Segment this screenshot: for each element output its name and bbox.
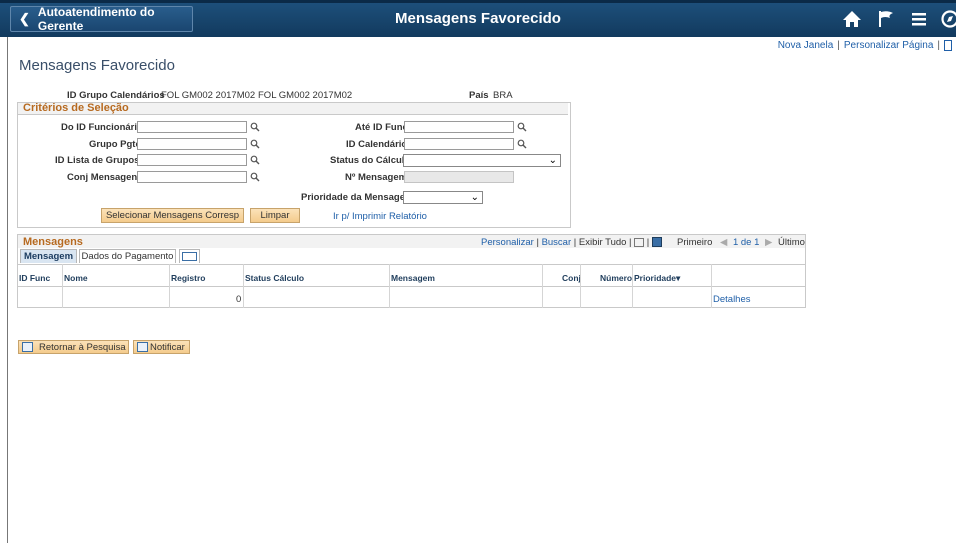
column-divider bbox=[711, 264, 712, 308]
calendar-id-label: ID Calendário bbox=[346, 139, 408, 150]
chevron-down-icon: ⌄ bbox=[548, 155, 557, 166]
return-to-search-label: Retornar à Pesquisa bbox=[39, 342, 126, 353]
last-link[interactable]: Último bbox=[778, 237, 805, 248]
col-header-id-func[interactable]: ID Func bbox=[19, 273, 50, 283]
search-link[interactable]: Buscar bbox=[542, 237, 572, 248]
lookup-icon[interactable] bbox=[517, 139, 527, 149]
clear-button[interactable]: Limpar bbox=[250, 208, 300, 223]
chevron-down-icon: ⌄ bbox=[470, 192, 479, 203]
return-search-icon bbox=[22, 342, 33, 352]
page-title: Mensagens Favorecido bbox=[19, 57, 175, 74]
show-all-columns-icon[interactable] bbox=[179, 249, 200, 263]
next-icon[interactable]: ▶ bbox=[765, 237, 772, 248]
selection-criteria-title: Critérios de Seleção bbox=[18, 103, 568, 115]
column-divider bbox=[580, 264, 581, 308]
zoom-grid-icon[interactable] bbox=[634, 237, 645, 247]
column-divider bbox=[542, 264, 543, 308]
frame-border bbox=[7, 37, 8, 543]
col-header-priority[interactable]: Prioridade▾ bbox=[634, 273, 680, 284]
pay-group-input[interactable] bbox=[137, 138, 247, 150]
navbar-compass-icon[interactable] bbox=[940, 9, 956, 29]
calc-status-label: Status do Cálculo bbox=[330, 155, 411, 166]
download-excel-icon[interactable] bbox=[651, 237, 662, 248]
message-set-label: Conj Mensagens bbox=[67, 172, 143, 183]
column-divider bbox=[243, 264, 244, 308]
help-link-icon[interactable] bbox=[944, 40, 952, 51]
previous-icon[interactable]: ◀ bbox=[720, 237, 727, 248]
sort-descending-icon: ▾ bbox=[676, 273, 681, 283]
message-number-label: Nº Mensagem bbox=[345, 172, 408, 183]
col-header-registration[interactable]: Registro bbox=[171, 273, 205, 283]
col-header-message[interactable]: Mensagem bbox=[391, 273, 435, 283]
lookup-icon[interactable] bbox=[250, 172, 260, 182]
col-header-name[interactable]: Nome bbox=[64, 273, 88, 283]
grid-toolbar: Personalizar | Buscar | Exibir Tudo | | bbox=[481, 237, 662, 248]
select-messages-button[interactable]: Selecionar Mensagens Corresp bbox=[101, 208, 244, 223]
column-divider bbox=[389, 264, 390, 308]
new-window-link[interactable]: Nova Janela bbox=[778, 40, 834, 51]
col-header-set[interactable]: Conj bbox=[562, 273, 581, 283]
col-header-priority-label: Prioridade bbox=[634, 273, 677, 283]
calendar-group-label: ID Grupo Calendários bbox=[67, 90, 165, 101]
banner-title: Mensagens Favorecido bbox=[395, 10, 561, 27]
range-text: 1 de 1 bbox=[732, 237, 760, 248]
calendar-id-input[interactable] bbox=[404, 138, 514, 150]
message-set-input[interactable] bbox=[137, 171, 247, 183]
column-divider bbox=[632, 264, 633, 308]
calendar-group-code: FOL GM002 2017M02 bbox=[161, 90, 256, 101]
calendar-group-description: FOL GM002 2017M02 bbox=[258, 90, 353, 101]
print-report-link[interactable]: Ir p/ Imprimir Relatório bbox=[333, 211, 427, 222]
personalize-page-link[interactable]: Personalizar Página bbox=[844, 40, 934, 51]
to-employee-input[interactable] bbox=[404, 121, 514, 133]
lookup-icon[interactable] bbox=[250, 122, 260, 132]
first-link[interactable]: Primeiro bbox=[677, 237, 712, 248]
lookup-icon[interactable] bbox=[517, 122, 527, 132]
notify-icon bbox=[137, 342, 148, 352]
message-number-input bbox=[404, 171, 514, 183]
col-header-number[interactable]: Número bbox=[600, 273, 632, 283]
tab-payment-data[interactable]: Dados do Pagamento bbox=[79, 249, 176, 263]
personalize-link[interactable]: Personalizar bbox=[481, 237, 534, 248]
registration-cell: 0 bbox=[236, 294, 242, 305]
column-divider bbox=[169, 264, 170, 308]
view-all-link[interactable]: Exibir Tudo bbox=[579, 237, 627, 248]
page-links: Nova Janela | Personalizar Página | bbox=[778, 40, 952, 51]
to-employee-label: Até ID Func bbox=[355, 122, 408, 133]
pay-group-label: Grupo Pgto bbox=[89, 139, 142, 150]
message-priority-select[interactable]: ⌄ bbox=[403, 191, 483, 204]
country-value: BRA bbox=[493, 90, 513, 101]
menu-icon[interactable] bbox=[909, 9, 929, 29]
grid-pager: Primeiro ◀ 1 de 1 ▶ Último bbox=[677, 237, 805, 248]
country-label: País bbox=[469, 90, 489, 101]
group-list-label: ID Lista de Grupos bbox=[55, 155, 140, 166]
return-to-search-button[interactable]: Retornar à Pesquisa bbox=[18, 340, 129, 354]
from-employee-label: Do ID Funcionário bbox=[61, 122, 143, 133]
from-employee-input[interactable] bbox=[137, 121, 247, 133]
table-row bbox=[17, 287, 806, 308]
home-icon[interactable] bbox=[842, 9, 862, 29]
notify-label: Notificar bbox=[150, 342, 185, 353]
messages-grid-title: Mensagens bbox=[23, 236, 83, 248]
tab-message[interactable]: Mensagem bbox=[20, 249, 77, 263]
notify-button[interactable]: Notificar bbox=[133, 340, 190, 354]
lookup-icon[interactable] bbox=[250, 155, 260, 165]
lookup-icon[interactable] bbox=[250, 139, 260, 149]
details-link[interactable]: Detalhes bbox=[713, 294, 751, 305]
col-header-calc-status[interactable]: Status Cálculo bbox=[245, 273, 304, 283]
message-priority-label: Prioridade da Mensagem bbox=[301, 192, 414, 203]
group-list-input[interactable] bbox=[137, 154, 247, 166]
flag-icon[interactable] bbox=[876, 9, 896, 29]
calc-status-select[interactable]: ⌄ bbox=[403, 154, 561, 167]
column-divider bbox=[62, 264, 63, 308]
